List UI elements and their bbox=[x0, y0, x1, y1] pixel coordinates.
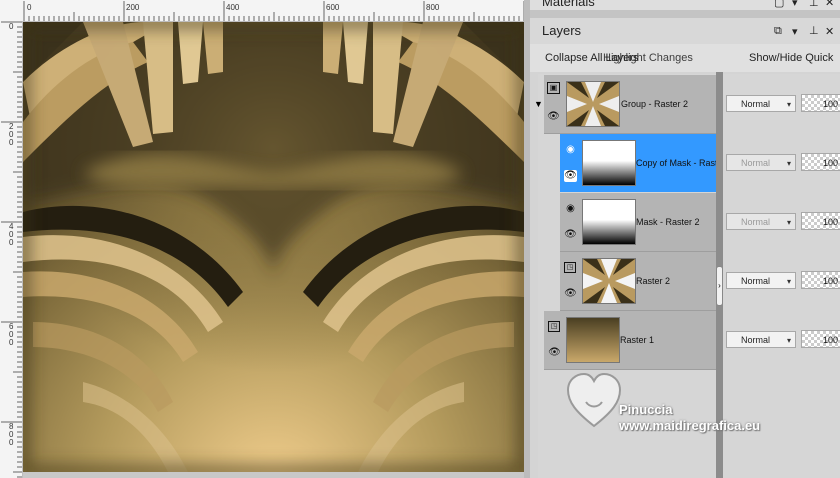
opacity-field[interactable]: 100 bbox=[801, 212, 840, 230]
ruler-label-0: 0 bbox=[27, 3, 32, 12]
layer-row-raster-1[interactable]: ◳ 👁 Raster 1 bbox=[544, 311, 716, 370]
expand-arrow-icon[interactable]: ▼ bbox=[534, 99, 543, 109]
opacity-field[interactable]: 100 bbox=[801, 271, 840, 289]
blend-mode-value: Normal bbox=[741, 276, 771, 286]
blend-mode-value: Normal bbox=[741, 158, 771, 168]
blend-mode-select[interactable]: Normal ▾ bbox=[726, 272, 796, 289]
highlight-changes-button[interactable]: Highlight Changes bbox=[603, 52, 693, 64]
image-canvas[interactable] bbox=[23, 22, 524, 472]
horizontal-ruler: 0 200 400 600 800 bbox=[0, 0, 528, 22]
blend-mode-value: Normal bbox=[741, 335, 771, 345]
vruler-label-600: 6 0 0 bbox=[9, 322, 14, 347]
ruler-label-800: 800 bbox=[426, 3, 440, 12]
opacity-value: 100 bbox=[823, 158, 839, 168]
artwork bbox=[23, 22, 524, 472]
chevron-down-icon: ▾ bbox=[786, 100, 791, 109]
show-hide-quick-button[interactable]: Show/Hide Quick bbox=[749, 52, 833, 64]
raster-layer-icon: ◳ bbox=[564, 262, 576, 273]
layer-thumbnail bbox=[582, 258, 636, 304]
materials-panel-title: Materials bbox=[542, 0, 595, 9]
opacity-field[interactable]: 100 bbox=[801, 153, 840, 171]
opacity-value: 100 bbox=[823, 217, 839, 227]
layer-thumbnail bbox=[582, 199, 636, 245]
ruler-label-400: 400 bbox=[226, 3, 240, 12]
layer-row-raster-2[interactable]: ◳ 👁 Raster 2 bbox=[560, 252, 716, 311]
pin-icon[interactable]: ⊥ bbox=[809, 0, 819, 9]
layers-toolbar: Collapse All Layers Highlight Changes Sh… bbox=[530, 44, 840, 72]
layer-thumbnail bbox=[582, 140, 636, 186]
watermark-name: Pinuccia bbox=[619, 402, 673, 417]
vruler-label-800: 8 0 0 bbox=[9, 422, 14, 447]
layer-thumbnail bbox=[566, 317, 620, 363]
blend-mode-select[interactable]: Normal ▾ bbox=[726, 154, 796, 171]
opacity-value: 100 bbox=[823, 99, 839, 109]
layer-name: Copy of Mask - Raster 2 bbox=[636, 158, 716, 168]
eye-icon[interactable]: 👁 bbox=[564, 288, 577, 300]
opacity-field[interactable]: 100 bbox=[801, 94, 840, 112]
ruler-label-600: 600 bbox=[326, 3, 340, 12]
ruler-label-200: 200 bbox=[126, 3, 140, 12]
ruler-ticks-vertical bbox=[1, 21, 22, 478]
layer-name: Raster 2 bbox=[636, 276, 671, 286]
opacity-value: 100 bbox=[823, 276, 839, 286]
heart-logo-icon bbox=[566, 372, 622, 428]
opacity-field[interactable]: 100 bbox=[801, 330, 840, 348]
blend-mode-select[interactable]: Normal ▾ bbox=[726, 95, 796, 112]
restore-icon[interactable]: ⧉ bbox=[774, 25, 782, 38]
eye-icon[interactable]: 👁 bbox=[564, 229, 577, 241]
chevron-down-icon: ▾ bbox=[786, 336, 791, 345]
blend-mode-select[interactable]: Normal ▾ bbox=[726, 213, 796, 230]
eye-icon[interactable]: 👁 bbox=[564, 170, 577, 182]
raster-layer-icon: ◳ bbox=[548, 321, 560, 332]
layers-panel-header: Layers ⧉ ▾ ⊥ ✕ bbox=[530, 18, 840, 44]
restore-icon[interactable]: ▢ bbox=[774, 0, 784, 9]
close-icon[interactable]: ✕ bbox=[825, 0, 834, 9]
close-icon[interactable]: ✕ bbox=[825, 25, 834, 38]
watermark-url: www.maidiregrafica.eu bbox=[619, 418, 761, 433]
vruler-label-200: 2 0 0 bbox=[9, 122, 14, 147]
splitter-handle[interactable]: › bbox=[716, 266, 723, 306]
panel-separator bbox=[530, 10, 840, 18]
chevron-down-icon: ▾ bbox=[786, 159, 791, 168]
chevron-down-icon: ▾ bbox=[786, 277, 791, 286]
opacity-value: 100 bbox=[823, 335, 839, 345]
chevron-down-icon[interactable]: ▾ bbox=[792, 0, 798, 9]
mask-icon: ◉ bbox=[566, 144, 575, 155]
layer-name: Mask - Raster 2 bbox=[636, 217, 700, 227]
layer-thumbnail bbox=[566, 81, 620, 127]
vertical-ruler: 0 2 0 0 4 0 0 6 0 0 8 0 0 bbox=[0, 21, 23, 478]
layer-row-mask-raster-2[interactable]: ◉ 👁 Mask - Raster 2 bbox=[560, 193, 716, 252]
chevron-down-icon: ▾ bbox=[786, 218, 791, 227]
group-icon: ▣ bbox=[547, 82, 560, 94]
layers-panel-title: Layers bbox=[542, 23, 582, 38]
eye-icon[interactable]: 👁 bbox=[548, 347, 561, 359]
blend-mode-value: Normal bbox=[741, 217, 771, 227]
vruler-label-400: 4 0 0 bbox=[9, 222, 14, 247]
layer-name: Group - Raster 2 bbox=[621, 99, 689, 109]
pin-icon[interactable]: ⊥ bbox=[809, 24, 819, 37]
materials-panel-header: Materials ▢ ▾ ⊥ ✕ bbox=[530, 0, 840, 10]
eye-icon[interactable]: 👁 bbox=[547, 111, 560, 123]
layer-name: Raster 1 bbox=[620, 335, 655, 345]
vruler-label-0: 0 bbox=[9, 22, 14, 31]
ruler-ticks bbox=[23, 1, 525, 21]
blend-mode-select[interactable]: Normal ▾ bbox=[726, 331, 796, 348]
layer-row-copy-of-mask[interactable]: ◉ 👁 Copy of Mask - Raster 2 bbox=[560, 134, 716, 192]
layer-row-group-raster-2[interactable]: ▼ ▣ 👁 Group - Raster 2 bbox=[534, 75, 716, 134]
mask-icon: ◉ bbox=[566, 203, 575, 214]
blend-mode-value: Normal bbox=[741, 99, 771, 109]
chevron-down-icon[interactable]: ▾ bbox=[792, 25, 798, 38]
